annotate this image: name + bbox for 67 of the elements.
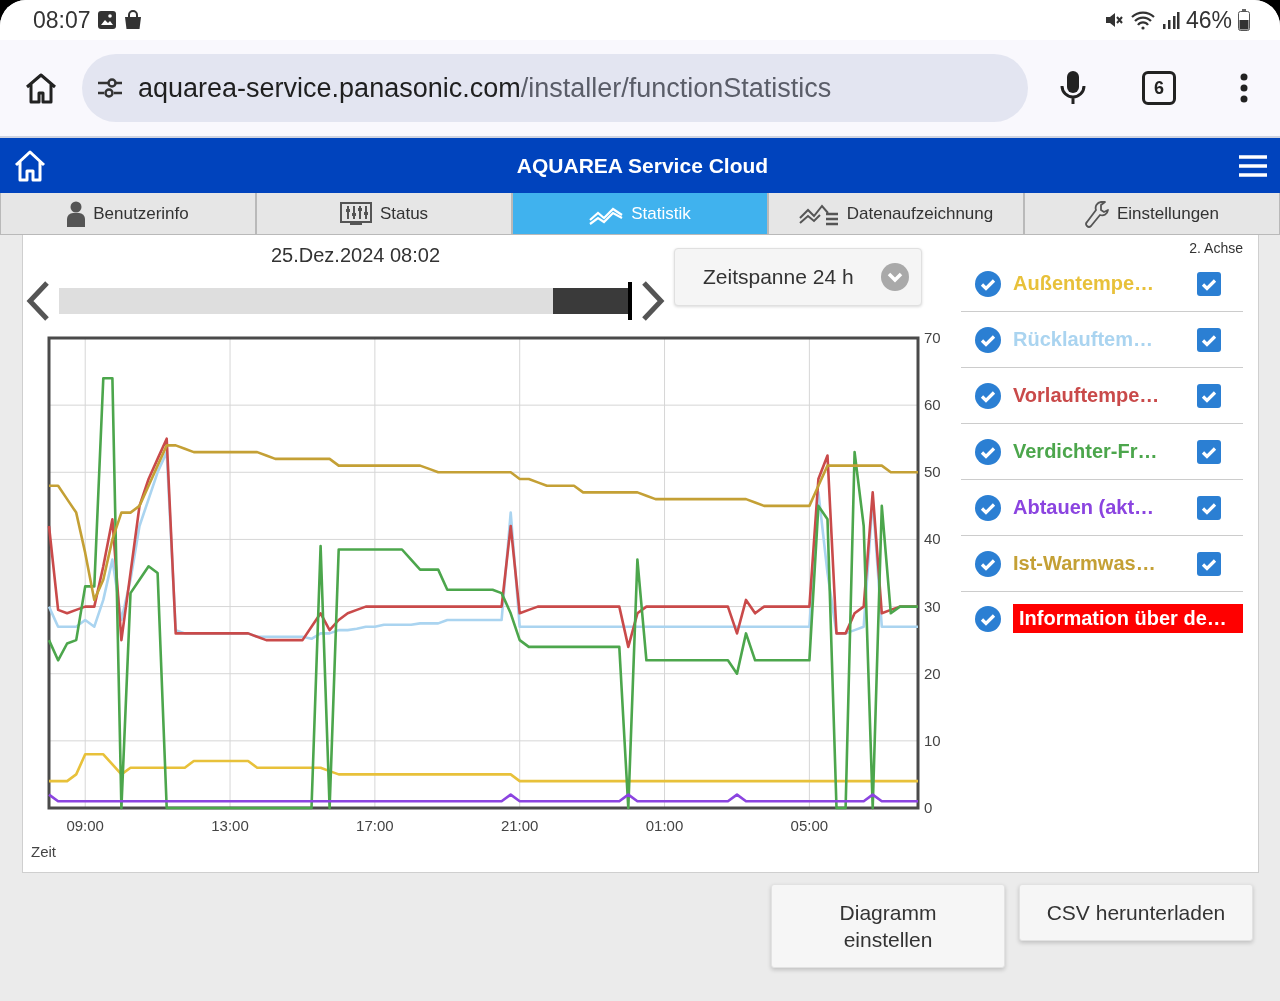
menu-icon[interactable]: [1238, 153, 1268, 178]
address-bar[interactable]: aquarea-service.panasonic.com/installer/functionStatistics: [82, 54, 1028, 122]
chevron-right-icon[interactable]: [640, 280, 666, 322]
more-options-icon[interactable]: [1240, 73, 1248, 103]
battery-icon: [1238, 9, 1250, 31]
action-button[interactable]: Diagramm einstellen: [771, 884, 1005, 968]
legend-label: Vorlauftempe…: [1013, 384, 1161, 407]
tab[interactable]: Datenaufzeichnung: [768, 193, 1024, 235]
tab[interactable]: Einstellungen: [1024, 193, 1280, 235]
checked-circle-icon[interactable]: [975, 326, 1001, 353]
legend-label: Rücklauftem…: [1013, 328, 1155, 351]
legend-label: Abtauen (akt…: [1013, 496, 1156, 519]
column-header: 2. Achse: [1189, 240, 1243, 256]
action-button[interactable]: CSV herunterladen: [1019, 884, 1253, 941]
y-tick-label: 40: [924, 530, 941, 548]
y-tick-label: 60: [924, 396, 941, 414]
home-icon[interactable]: [24, 72, 58, 104]
microphone-icon[interactable]: [1060, 70, 1086, 106]
checked-circle-icon[interactable]: [975, 605, 1001, 632]
mute-icon: [1103, 10, 1124, 30]
checked-circle-icon[interactable]: [975, 438, 1001, 465]
y-tick-label: 30: [924, 597, 941, 615]
y-tick-label: 10: [924, 731, 941, 749]
wifi-icon: [1129, 10, 1156, 30]
app-title: AQUAREA Service Cloud: [515, 153, 770, 178]
y-tick-label: 20: [924, 664, 941, 682]
chevron-left-icon[interactable]: [25, 280, 51, 322]
wrench-icon: [1084, 199, 1109, 228]
checkbox[interactable]: [1197, 551, 1221, 576]
tab[interactable]: Status: [256, 193, 512, 235]
person-icon: [67, 200, 86, 227]
checked-circle-icon[interactable]: [975, 494, 1001, 521]
checkbox[interactable]: [1197, 327, 1221, 352]
x-tick-label: 05:00: [790, 817, 829, 834]
checkbox[interactable]: [1197, 383, 1221, 408]
x-tick-label: 09:00: [66, 817, 104, 834]
clock-time: 08:07: [33, 6, 91, 34]
tab-switcher-button[interactable]: 6: [1142, 71, 1176, 105]
date-label: 25.Dez.2024 08:02: [271, 244, 440, 268]
timespan-dropdown[interactable]: Zeitspanne 24 h: [674, 248, 922, 306]
legend-label: Ist-Warmwas…: [1013, 552, 1157, 575]
x-tick-label: 21:00: [500, 817, 539, 834]
x-tick-label: 17:00: [356, 817, 394, 834]
axis-title: Zeit: [31, 843, 56, 860]
y-tick-label: 0: [924, 799, 933, 816]
battery-percentage: 46%: [1185, 6, 1232, 34]
x-tick-label: 13:00: [211, 817, 249, 834]
y-tick-label: 50: [924, 463, 941, 481]
x-tick-label: 01:00: [645, 817, 684, 834]
image-icon: [96, 10, 117, 30]
checkbox[interactable]: [1197, 439, 1221, 464]
info-label: Information über de…: [1013, 604, 1243, 633]
checked-circle-icon[interactable]: [975, 550, 1001, 577]
legend-label: Verdichter-Fr…: [1013, 440, 1159, 463]
home-icon[interactable]: [13, 148, 47, 183]
sliders-icon: [339, 201, 372, 226]
tab[interactable]: Benutzerinfo: [0, 193, 256, 235]
signal-icon: [1161, 10, 1180, 30]
chevron-down-icon: [881, 263, 909, 291]
tune-icon[interactable]: [96, 76, 124, 100]
shopping-bag-icon: [122, 10, 143, 30]
checked-circle-icon[interactable]: [975, 382, 1001, 409]
legend-label: Außentempe…: [1013, 272, 1156, 295]
checkbox[interactable]: [1197, 495, 1221, 520]
y-tick-label: 70: [924, 329, 941, 346]
checked-circle-icon[interactable]: [975, 270, 1001, 297]
checkbox[interactable]: [1197, 271, 1221, 296]
